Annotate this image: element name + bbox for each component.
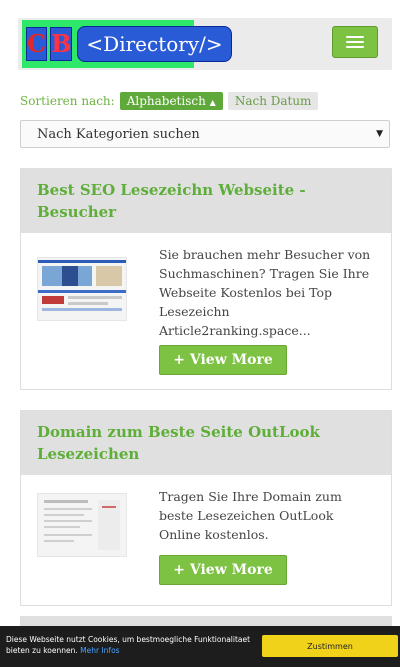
listing-card: Domain zum Beste Seite OutLook Lesezeich… [20, 410, 392, 606]
sort-alphabetical-button[interactable]: Alphabetisch ▲ [119, 92, 223, 110]
listing-card: Best SEO Lesezeichn Webseite - Besucher … [20, 168, 392, 390]
logo-letter-c: C [26, 27, 48, 61]
caret-up-icon: ▲ [209, 98, 216, 107]
sort-date-button[interactable]: Nach Datum [227, 92, 319, 110]
view-more-button[interactable]: + View More [159, 345, 287, 375]
sort-label: Sortieren nach: [20, 94, 115, 108]
sort-alphabetical-label: Alphabetisch [126, 94, 206, 108]
listing-thumbnail[interactable] [37, 493, 127, 557]
menu-line [346, 46, 364, 48]
cookie-more-info-link[interactable]: Mehr Infos [80, 646, 119, 655]
cookie-message: Diese Webseite nutzt Cookies, um bestmoe… [6, 635, 251, 655]
menu-line [346, 41, 364, 43]
chevron-down-icon: ▼ [376, 129, 383, 139]
category-select-value: Nach Kategorien suchen [37, 126, 200, 142]
logo-directory-text: <Directory/> [77, 26, 232, 62]
category-select[interactable]: Nach Kategorien suchen ▼ [20, 120, 390, 148]
hamburger-menu-button[interactable] [332, 26, 378, 58]
cookie-accept-button[interactable]: Zustimmen [262, 635, 398, 657]
site-logo[interactable]: C B <Directory/> [22, 20, 232, 68]
listing-description: Sie brauchen mehr Besucher von Suchmasch… [159, 247, 371, 338]
cookie-text-block: Diese Webseite nutzt Cookies, um bestmoe… [6, 634, 252, 656]
view-more-button[interactable]: + View More [159, 555, 287, 585]
listing-thumbnail[interactable] [37, 257, 127, 321]
menu-line [346, 36, 364, 38]
listing-title[interactable]: Domain zum Beste Seite OutLook Lesezeich… [21, 411, 391, 475]
listing-description: Tragen Sie Ihre Domain zum beste Lesezei… [159, 489, 342, 542]
site-header: C B <Directory/> [18, 18, 392, 70]
listing-card-partial [20, 616, 392, 626]
cookie-banner: Diese Webseite nutzt Cookies, um bestmoe… [0, 626, 400, 667]
sort-bar: Sortieren nach: Alphabetisch ▲ Nach Datu… [20, 92, 319, 110]
logo-letter-b: B [50, 27, 73, 61]
listing-title[interactable]: Best SEO Lesezeichn Webseite - Besucher [21, 169, 391, 233]
